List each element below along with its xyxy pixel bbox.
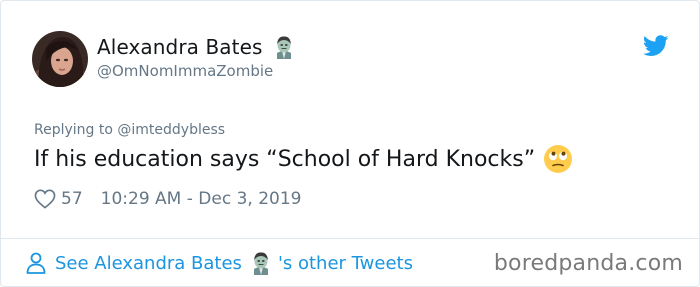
tweet-card: Alexandra Bates @OmNomImmaZombie Replyin… (0, 0, 700, 287)
watermark: boredpanda.com (493, 251, 683, 276)
person-icon (26, 252, 46, 274)
replying-to[interactable]: Replying to @imteddybless (34, 122, 225, 138)
tweet-text-row: If his education says “School of Hard Kn… (34, 144, 573, 174)
see-other-suffix[interactable]: 's other Tweets (278, 253, 413, 274)
like-count[interactable]: 57 (61, 189, 83, 209)
zombie-emoji-icon (250, 251, 272, 275)
twitter-bird-icon[interactable] (642, 35, 669, 57)
avatar[interactable] (32, 31, 88, 87)
eye-roll-emoji-icon (543, 144, 573, 174)
see-other-tweets-link[interactable]: See Alexandra Bates 's other Tweets (26, 251, 413, 275)
tweet-timestamp[interactable]: 10:29 AM - Dec 3, 2019 (101, 189, 302, 209)
divider (1, 238, 700, 239)
tweet-text: If his education says “School of Hard Kn… (34, 146, 536, 172)
user-handle[interactable]: @OmNomImmaZombie (97, 62, 273, 80)
user-name-row[interactable]: Alexandra Bates (97, 35, 295, 59)
zombie-emoji-icon (273, 35, 295, 59)
tweet-meta: 57 10:29 AM - Dec 3, 2019 (34, 189, 301, 209)
user-name[interactable]: Alexandra Bates (97, 35, 263, 59)
heart-icon[interactable] (34, 189, 56, 209)
see-other-prefix[interactable]: See Alexandra Bates (55, 253, 242, 274)
